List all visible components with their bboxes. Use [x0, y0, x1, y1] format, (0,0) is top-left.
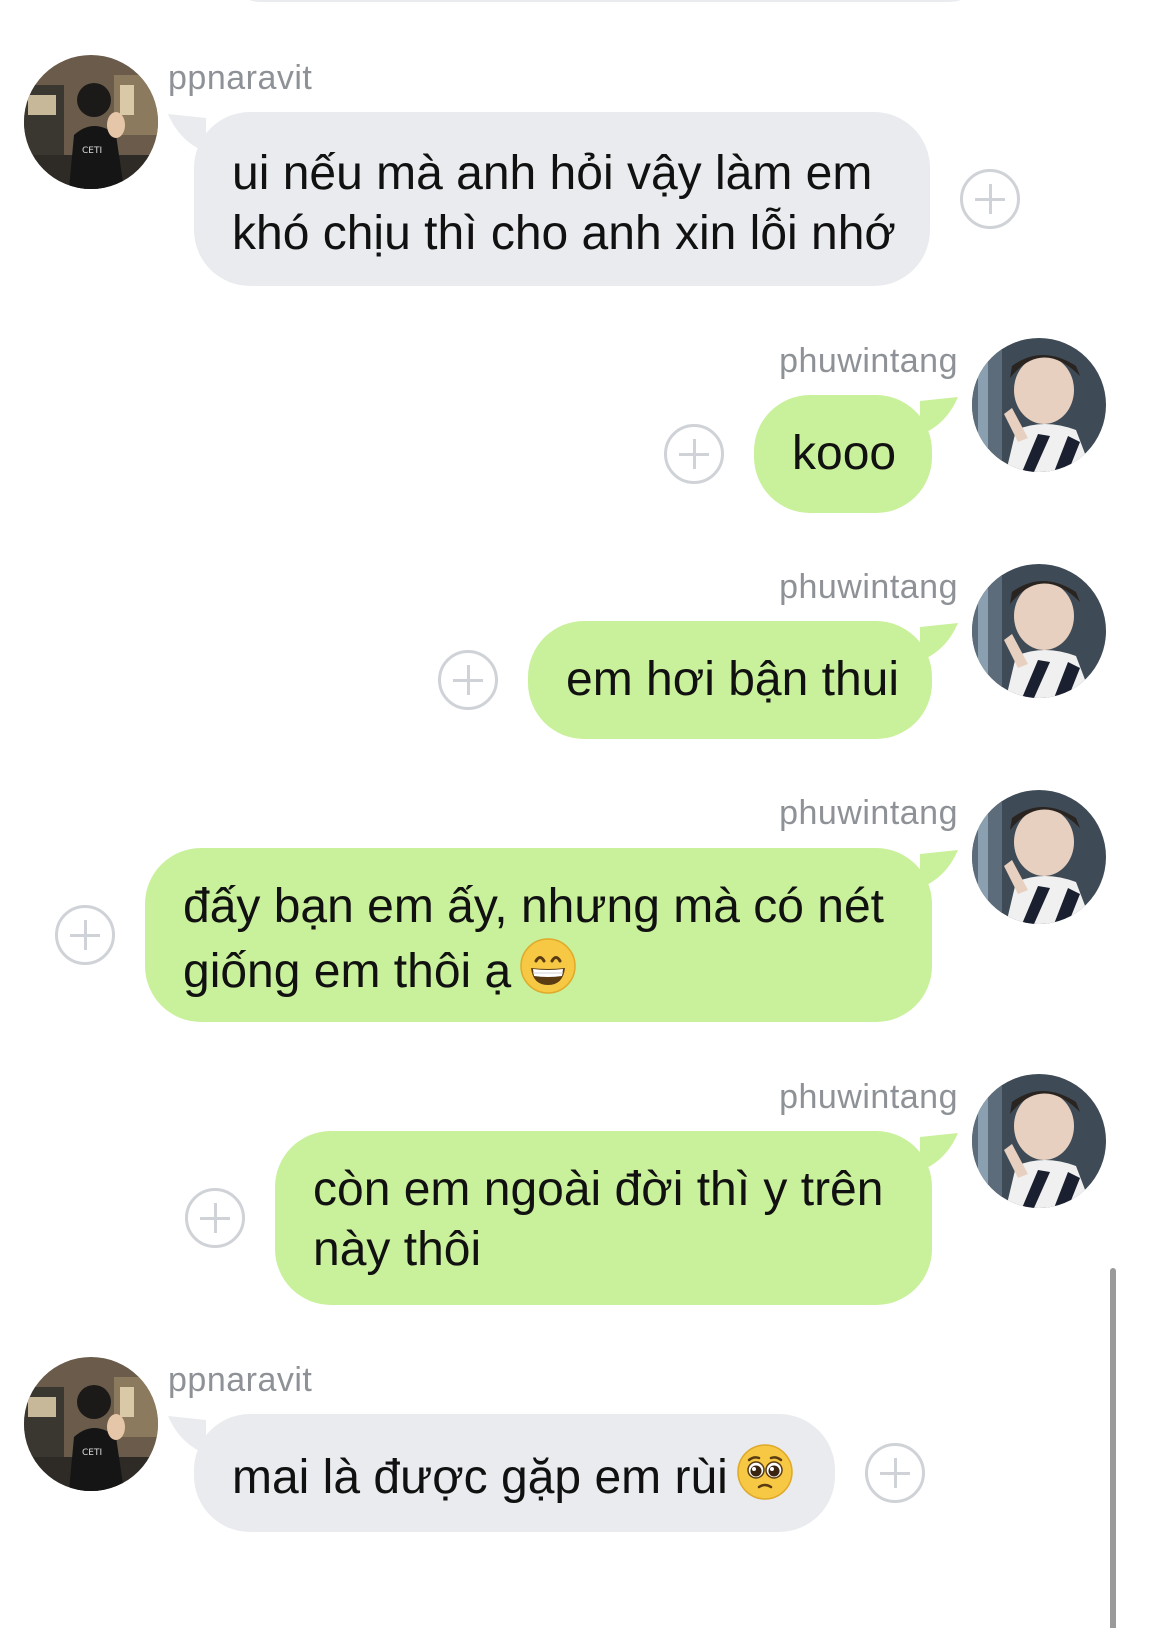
svg-text:CETI: CETI	[82, 1448, 102, 1458]
avatar-phuwintang[interactable]	[972, 1074, 1106, 1208]
message-bubble[interactable]: em hơi bận thui	[528, 621, 932, 739]
sender-name: phuwintang	[779, 794, 958, 832]
add-reaction-icon[interactable]	[55, 905, 115, 965]
pleading-face-emoji	[737, 1444, 793, 1500]
sender-name: phuwintang	[779, 568, 958, 606]
avatar-phuwintang[interactable]	[972, 338, 1106, 472]
message-text: mai là được gặp em rùi	[232, 1451, 728, 1504]
add-reaction-icon[interactable]	[865, 1443, 925, 1503]
message-bubble[interactable]: đấy bạn em ấy, nhưng mà có nét giống em …	[145, 848, 932, 1022]
grinning-face-emoji	[520, 938, 576, 994]
message-bubble[interactable]: mai là được gặp em rùi	[194, 1414, 835, 1532]
message-bubble[interactable]: ui nếu mà anh hỏi vậy làm em khó chịu th…	[194, 112, 930, 286]
add-reaction-icon[interactable]	[438, 650, 498, 710]
chat-screen: CETI ppnaravit ui nếu mà anh hỏi vậy làm…	[0, 0, 1170, 1628]
message-text: còn em ngoài đời thì y trên này thôi	[313, 1163, 884, 1276]
sender-name: phuwintang	[779, 1078, 958, 1116]
message-bubble[interactable]: kooo	[754, 395, 932, 513]
sender-name: phuwintang	[779, 342, 958, 380]
avatar-phuwintang[interactable]	[972, 790, 1106, 924]
message-bubble[interactable]: còn em ngoài đời thì y trên này thôi	[275, 1131, 932, 1305]
add-reaction-icon[interactable]	[664, 424, 724, 484]
svg-text:CETI: CETI	[82, 146, 102, 156]
scrollbar[interactable]	[1110, 1268, 1116, 1628]
previous-message-bubble[interactable]	[225, 0, 985, 2]
message-text: ui nếu mà anh hỏi vậy làm em khó chịu th…	[232, 147, 896, 260]
avatar-phuwintang[interactable]	[972, 564, 1106, 698]
avatar-ppnaravit[interactable]: CETI	[24, 55, 158, 189]
sender-name: ppnaravit	[168, 1361, 313, 1399]
add-reaction-icon[interactable]	[960, 169, 1020, 229]
add-reaction-icon[interactable]	[185, 1188, 245, 1248]
message-text: em hơi bận thui	[566, 653, 899, 706]
sender-name: ppnaravit	[168, 59, 313, 97]
avatar-ppnaravit[interactable]: CETI	[24, 1357, 158, 1491]
message-text: kooo	[792, 427, 897, 480]
